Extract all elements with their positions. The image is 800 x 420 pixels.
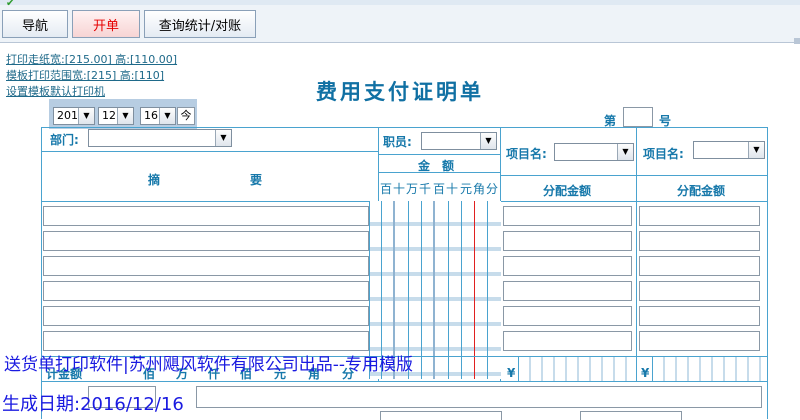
row-divider — [41, 151, 378, 152]
alloc-input-2[interactable] — [639, 256, 760, 276]
column-divider — [636, 127, 637, 382]
alloc-input-1[interactable] — [503, 281, 632, 301]
yen-symbol-1: ¥ — [507, 366, 516, 380]
project-label-2: 项目名: — [643, 147, 684, 161]
digit-label: 元 — [460, 182, 473, 196]
tab-navigation[interactable]: 导航 — [2, 10, 68, 38]
digit-label: 百 — [433, 182, 446, 196]
watermark-line-1: 送货单打印软件|苏州飓风软件有限公司出品--专用模版 — [4, 355, 413, 375]
alloc-input-2[interactable] — [639, 306, 760, 326]
summary-header-2: 要 — [250, 173, 263, 187]
chevron-down-icon: ▼ — [78, 108, 94, 124]
year-select[interactable]: 2016 ▼ — [53, 107, 95, 125]
month-select[interactable]: 12 ▼ — [98, 107, 134, 125]
summary-input[interactable] — [43, 206, 369, 226]
yen-symbol-2: ¥ — [641, 366, 650, 380]
remark-input[interactable] — [196, 386, 762, 408]
staff-select[interactable]: ▼ — [421, 132, 497, 150]
chevron-down-icon: ▼ — [748, 142, 764, 158]
digit-label: 角 — [473, 182, 486, 196]
watermark-line-2: 生成日期:2016/12/16 — [2, 394, 184, 415]
digit-label: 十 — [446, 182, 459, 196]
digit-header-row: 百 十 万 千 百 十 元 角 分 — [378, 176, 500, 200]
summary-header-1: 摘 — [148, 173, 161, 187]
check-icon: ✔ — [6, 0, 15, 9]
row-divider — [500, 175, 768, 176]
project-select-1[interactable]: ▼ — [554, 143, 634, 161]
summary-input[interactable] — [43, 331, 369, 351]
day-select[interactable]: 16 ▼ — [140, 107, 176, 125]
alloc-input-1[interactable] — [503, 306, 632, 326]
month-value: 12 — [102, 109, 116, 122]
summary-input[interactable] — [43, 231, 369, 251]
alloc-input-2[interactable] — [639, 206, 760, 226]
total-digit-grid-2[interactable] — [652, 357, 763, 381]
summary-input[interactable] — [43, 306, 369, 326]
row-divider — [378, 172, 500, 173]
chevron-down-icon: ▼ — [617, 144, 633, 160]
summary-input[interactable] — [43, 256, 369, 276]
today-button[interactable]: 今 — [177, 107, 195, 125]
alloc-input-2[interactable] — [639, 331, 760, 351]
serial-number-input[interactable] — [623, 107, 653, 127]
summary-input[interactable] — [43, 281, 369, 301]
row-divider — [41, 381, 768, 382]
total-digit-grid-1[interactable] — [518, 357, 629, 381]
digit-label: 十 — [393, 182, 406, 196]
tab-new-order[interactable]: 开单 — [72, 10, 140, 38]
alloc-header-1: 分配金额 — [543, 184, 592, 198]
day-value: 16 — [144, 109, 158, 122]
row-divider — [378, 154, 500, 155]
tab-query-statistics[interactable]: 查询统计/对账 — [144, 10, 256, 38]
alloc-header-2: 分配金额 — [677, 184, 726, 198]
chevron-down-icon: ▼ — [117, 108, 133, 124]
paper-size-link[interactable]: 打印走纸宽:[215.00] 高:[110.00] — [6, 51, 177, 67]
dept-label: 部门: — [50, 133, 79, 147]
default-printer-link[interactable]: 设置模板默认打印机 — [6, 83, 105, 99]
alloc-input-2[interactable] — [639, 231, 760, 251]
template-range-link[interactable]: 模板打印范围宽:[215] 高:[110] — [6, 67, 164, 83]
chevron-down-icon: ▼ — [159, 108, 175, 124]
chevron-down-icon: ▼ — [215, 130, 231, 146]
chevron-down-icon: ▼ — [480, 133, 496, 149]
digit-label: 千 — [419, 182, 432, 196]
digit-label: 百 — [380, 182, 393, 196]
dept-select[interactable]: ▼ — [88, 129, 232, 147]
alloc-input-2[interactable] — [639, 281, 760, 301]
form-title: 费用支付证明单 — [316, 79, 484, 104]
top-stripe — [0, 0, 800, 5]
alloc-input-1[interactable] — [503, 206, 632, 226]
alloc-input-1[interactable] — [503, 331, 632, 351]
staff-label: 职员: — [383, 135, 412, 149]
corner-marker — [794, 38, 800, 44]
digit-label: 万 — [406, 182, 419, 196]
digit-label: 分 — [486, 182, 499, 196]
project-select-2[interactable]: ▼ — [693, 141, 765, 159]
alloc-input-1[interactable] — [503, 256, 632, 276]
alloc-input-1[interactable] — [503, 231, 632, 251]
project-label-1: 项目名: — [506, 147, 547, 161]
